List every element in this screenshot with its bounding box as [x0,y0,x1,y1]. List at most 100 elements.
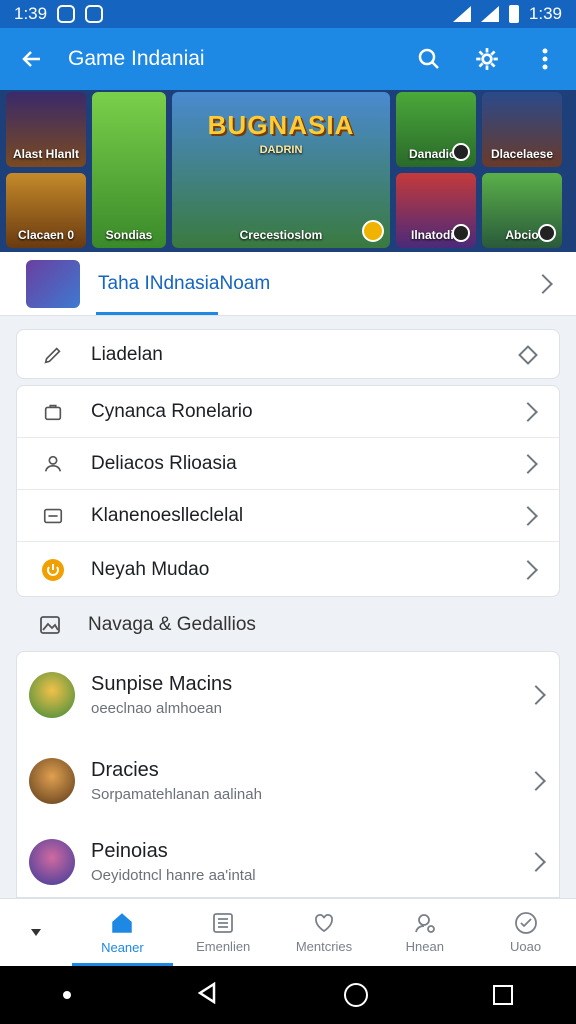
nav-check-label: Uoao [510,939,542,954]
menu-item[interactable]: Neyah Mudao [17,542,559,598]
leaderboard-card[interactable]: Liadelan [16,329,560,379]
bottom-navigation: Neaner Emenlien Mentcries Hnean Uoao [0,898,576,966]
banner-tile-label: Clacaen 0 [17,228,75,242]
menu-item[interactable]: Cynanca Ronelario [17,386,559,438]
menu-item-label: Deliacos Rlioasia [91,452,237,474]
home-button-icon[interactable] [343,983,368,1007]
avatar [29,758,75,804]
notification-icon [57,5,76,23]
banner-tile[interactable]: Sondias [92,92,166,248]
shield-icon [85,5,104,23]
nav-check[interactable]: Uoao [475,899,576,966]
gallery-icon [38,613,62,637]
nav-favorites-label: Mentcries [295,939,353,954]
chevron-right-icon [518,560,538,580]
hero-caption: Crecestioslom [239,228,323,242]
pencil-icon [41,343,65,367]
bag-icon [41,400,65,424]
badge-icon [452,143,470,161]
nav-home[interactable]: Neaner [72,899,173,966]
nav-profile[interactable]: Hnean [374,899,475,966]
avatar [29,839,75,885]
check-icon [514,912,537,934]
coin-icon [362,220,384,242]
chevron-right-icon [518,401,538,422]
banner-tile[interactable]: Alast Hlanlt [6,92,86,167]
banner-tile[interactable]: Ilnatodin [396,173,476,248]
game-description: oeeclnao almhoean [91,700,222,717]
menu-item-label: Klanenoeslleclelal [91,504,244,526]
system-navigation [0,966,576,1024]
gear-icon[interactable] [470,42,504,76]
chevron-right-icon [533,273,553,294]
banner-tile-label: Dlacelaese [490,147,554,161]
home-icon [112,913,133,933]
game-description: Oeyidotncl hanre aa'intal [91,867,256,884]
banner-tile-label: Alast Hlanlt [12,147,79,161]
list-icon [213,913,234,933]
banner-tile[interactable]: Danadios [396,92,476,167]
expand-icon[interactable] [0,899,72,966]
banner-tile[interactable]: Clacaen 0 [6,173,86,248]
banner-hero[interactable]: BUGNASIA DADRIN Crecestioslom [172,92,390,248]
status-time-left: 1:39 [14,4,48,23]
section-title: Navaga & Gedallios [88,614,256,635]
chevron-right-icon [526,771,546,791]
badge-icon [538,224,556,242]
game-name: Dracies [91,759,159,781]
menu-item-label: Cynanca Ronelario [91,400,253,422]
heart-icon [315,914,333,933]
recents-icon[interactable] [493,985,514,1005]
menu-card: Cynanca Ronelario Deliacos Rlioasia Klan… [16,385,560,597]
banner-tile[interactable]: Abcio [482,173,562,248]
badge-icon [452,224,470,242]
banner-tile-label: Sondias [105,228,153,242]
menu-item[interactable]: Klanenoeslleclelal [17,490,559,542]
profile-icon [414,914,435,933]
status-time-right: 1:39 [528,4,562,23]
banner-tile-label: Abcio [505,228,539,242]
status-bar: 1:39 1:39 [0,0,576,28]
menu-item[interactable]: Deliacos Rlioasia [17,438,559,490]
hero-subtitle: DADRIN [259,144,303,156]
nav-list[interactable]: Emenlien [173,899,274,966]
signal-icon [480,6,499,22]
users-icon [41,452,65,476]
games-list-card: Sunpise Macins oeeclnao almhoean Dracies… [16,651,560,898]
menu-item-label: Neyah Mudao [91,559,210,580]
list-item[interactable]: Dracies Sorpamatehlanan aalinah [17,738,559,824]
section-header: Navaga & Gedallios [16,606,560,644]
game-name: Sunpise Macins [91,673,233,695]
featured-game-row[interactable]: Taha INdnasiaNoam [0,252,576,316]
list-item[interactable]: Peinoias Oeyidotncl hanre aa'intal [17,824,559,897]
hero-title: BUGNASIA [207,110,355,140]
battery-icon [508,5,519,23]
chevron-right-icon [526,685,546,705]
banner-tile[interactable]: Dlacelaese [482,92,562,167]
dot-icon [62,991,71,999]
app-bar: Game Indaniai [0,28,576,90]
chevron-right-icon [526,852,546,872]
game-name: Peinoias [91,840,168,862]
nav-home-label: Neaner [101,940,144,955]
nav-favorites[interactable]: Mentcries [274,899,375,966]
power-icon [41,558,65,582]
more-menu-icon[interactable] [528,42,562,76]
diamond-icon [518,345,538,365]
featured-game-thumbnail [26,259,80,308]
chevron-right-icon [518,453,538,474]
game-banner: Alast Hlanlt Clacaen 0 Sondias BUGNASIA … [0,90,576,252]
list-item[interactable]: Sunpise Macins oeeclnao almhoean [17,652,559,738]
back-arrow-icon[interactable] [14,41,50,77]
back-icon[interactable] [196,981,218,1009]
page-title: Game Indaniai [68,47,205,70]
game-description: Sorpamatehlanan aalinah [91,786,262,803]
wifi-icon [452,6,471,22]
search-icon[interactable] [412,42,446,76]
avatar [29,672,75,718]
card-icon [41,504,65,528]
leaderboard-label: Liadelan [91,344,163,365]
nav-list-label: Emenlien [196,939,251,954]
tab-indicator [96,312,218,315]
chevron-right-icon [518,505,538,526]
